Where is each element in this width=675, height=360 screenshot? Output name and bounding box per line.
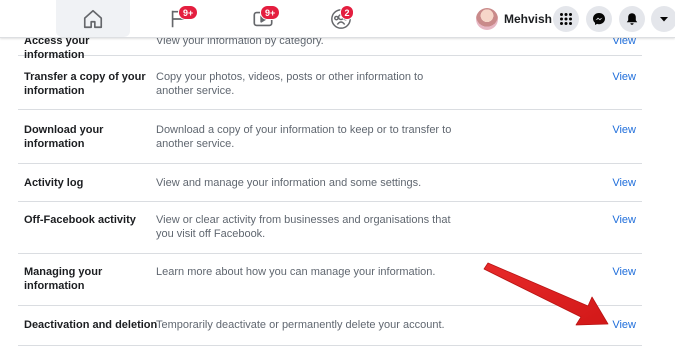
list-item-off-facebook-activity: Off-Facebook activity View or clear acti… [18,202,642,254]
row-description: Learn more about how you can manage your… [156,266,436,278]
profile-link[interactable]: Mehvish [472,5,560,33]
avatar [476,8,498,30]
list-item-transfer-a-copy: Transfer a copy of your information Copy… [18,56,642,110]
view-link[interactable]: View [612,70,636,84]
watch-notification-badge: 9+ [260,5,281,20]
groups-notification-badge: 2 [340,5,354,20]
list-item-managing-your-information: Managing your information Learn more abo… [18,254,642,306]
menu-grid-icon [560,13,572,25]
home-icon [83,9,103,28]
account-menu-button[interactable] [651,6,675,32]
row-description: Copy your photos, videos, posts or other… [156,71,424,97]
tab-pages[interactable]: 9+ [142,0,216,37]
tab-watch[interactable]: 9+ [226,0,300,37]
row-description: Download a copy of your information to k… [156,124,452,150]
menu-button[interactable] [553,6,579,32]
row-title: Deactivation and deletion [24,319,158,331]
row-title: Transfer a copy of your information [24,71,146,97]
tab-groups[interactable]: 2 [304,0,378,37]
row-title: Managing your information [24,266,103,292]
list-item-activity-log: Activity log View and manage your inform… [18,164,642,202]
pages-notification-badge: 9+ [178,5,199,20]
row-description: View and manage your information and som… [156,177,422,189]
row-description: Temporarily deactivate or permanently de… [156,319,445,331]
tab-home[interactable] [56,0,130,37]
view-link-deactivation[interactable]: View [612,318,636,332]
profile-name: Mehvish [504,12,553,26]
view-link[interactable]: View [612,176,636,190]
list-item-deactivation-and-deletion: Deactivation and deletion Temporarily de… [18,306,642,346]
row-description: View or clear activity from businesses a… [156,214,451,240]
view-link[interactable]: View [612,265,636,279]
view-link[interactable]: View [612,123,636,137]
caret-down-icon [660,17,668,22]
row-title: Download your information [24,124,104,150]
messenger-button[interactable] [586,6,612,32]
bell-icon [626,13,638,25]
top-navigation-bar: 9+ 9+ 2 Mehvish [0,0,675,38]
list-item-download-your-information: Download your information Download a cop… [18,110,642,164]
row-title: Off-Facebook activity [24,214,136,226]
view-link[interactable]: View [612,213,636,227]
row-title: Activity log [24,177,84,189]
messenger-icon [593,13,605,25]
notifications-button[interactable] [619,6,645,32]
